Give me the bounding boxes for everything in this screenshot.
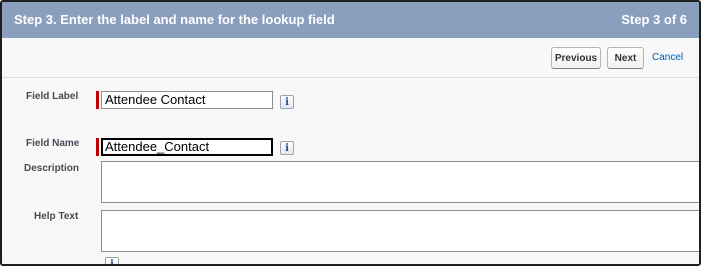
help-text-textarea[interactable]	[101, 210, 699, 252]
info-icon[interactable]: i	[280, 95, 294, 109]
description-textarea[interactable]	[101, 161, 699, 203]
previous-button[interactable]: Previous	[551, 47, 601, 69]
info-icon[interactable]: i	[280, 141, 294, 155]
field-form: Field Label Attendee Contact i Field Nam…	[2, 79, 699, 264]
field-name-input[interactable]: Attendee_Contact	[101, 138, 273, 156]
field-name-label: Field Name	[26, 138, 80, 149]
required-indicator	[96, 91, 99, 109]
step-header: Step 3. Enter the label and name for the…	[2, 2, 699, 38]
field-label-input[interactable]: Attendee Contact	[101, 91, 273, 109]
step-title: Step 3. Enter the label and name for the…	[14, 12, 335, 27]
field-name-value: Attendee_Contact	[105, 139, 210, 154]
description-label: Description	[24, 163, 80, 174]
cancel-link[interactable]: Cancel	[652, 52, 683, 63]
info-icon[interactable]: i	[105, 257, 119, 264]
step-counter: Step 3 of 6	[621, 12, 687, 27]
required-indicator	[96, 138, 99, 156]
wizard-panel: Step 3. Enter the label and name for the…	[0, 0, 701, 266]
button-bar: Previous Next Cancel	[2, 38, 699, 78]
next-button[interactable]: Next	[607, 47, 644, 69]
field-label-label: Field Label	[26, 91, 79, 102]
help-text-label: Help Text	[34, 211, 79, 222]
